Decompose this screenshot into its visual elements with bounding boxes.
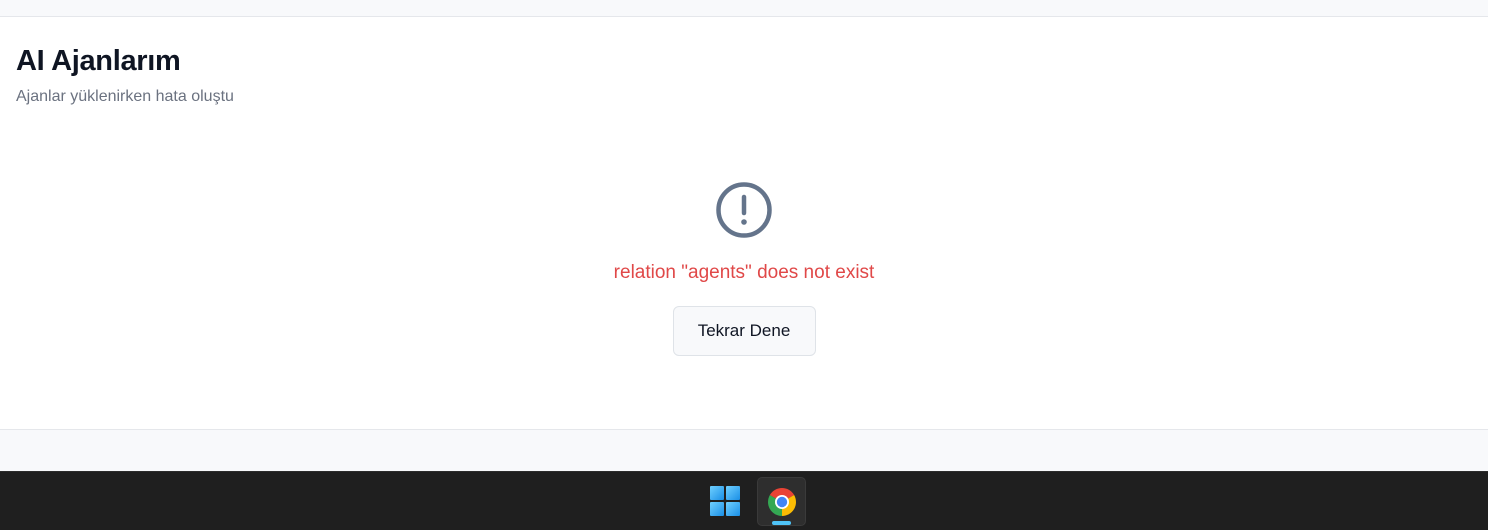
chrome-icon	[767, 487, 796, 516]
page-subtitle: Ajanlar yüklenirken hata oluştu	[16, 88, 234, 105]
retry-button[interactable]: Tekrar Dene	[672, 306, 816, 356]
top-strip	[0, 0, 1488, 17]
active-app-indicator	[772, 521, 791, 525]
agents-panel: AI Ajanlarım Ajanlar yüklenirken hata ol…	[0, 17, 1488, 430]
chrome-taskbar-button[interactable]	[757, 477, 806, 526]
taskbar	[0, 471, 1488, 530]
windows-start-icon	[710, 486, 740, 516]
page-title: AI Ajanlarım	[16, 45, 181, 77]
error-state: relation "agents" does not exist Tekrar …	[0, 181, 1488, 356]
footer-strip	[0, 431, 1488, 471]
start-button[interactable]	[704, 480, 746, 522]
error-message: relation "agents" does not exist	[613, 262, 875, 283]
alert-circle-icon	[716, 182, 772, 238]
